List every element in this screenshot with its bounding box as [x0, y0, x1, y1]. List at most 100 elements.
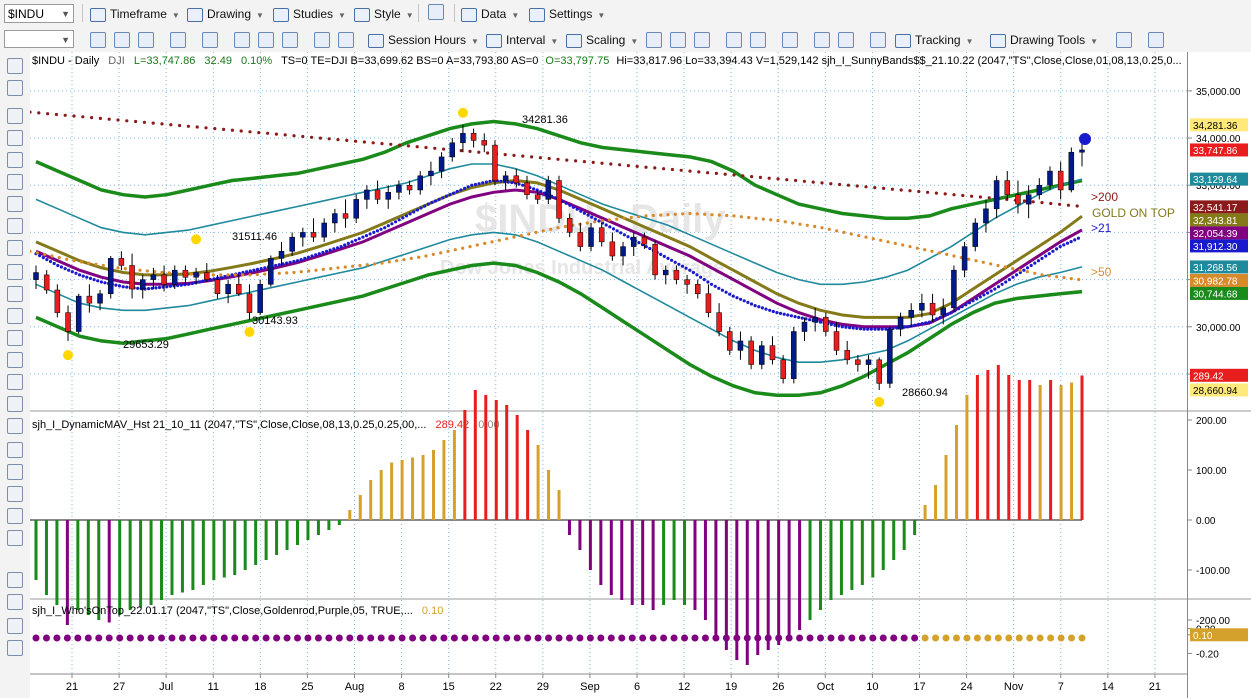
- ma200-dot: [90, 116, 94, 120]
- horizontal-line-icon[interactable]: [7, 174, 23, 190]
- bars-icon[interactable]: [750, 32, 766, 48]
- chevron-down-icon: ▼: [597, 11, 606, 20]
- edit-icon[interactable]: [7, 618, 23, 634]
- blue-ma-dot: [423, 204, 427, 208]
- indicator-icon[interactable]: [258, 32, 274, 48]
- blue-ma-dot: [913, 323, 917, 327]
- candle-body: [342, 213, 349, 219]
- ellipse-icon[interactable]: [7, 486, 23, 502]
- whos-on-top-dot: [53, 634, 61, 642]
- chevron-down-icon[interactable]: ▼: [61, 5, 70, 24]
- blue-ma-dot: [74, 271, 78, 275]
- channel-icon[interactable]: [7, 196, 23, 212]
- fibonacci-icon[interactable]: [7, 240, 23, 256]
- candle-body: [855, 359, 861, 365]
- symbol-input[interactable]: $INDU ▼: [4, 4, 74, 23]
- candle-body: [780, 359, 786, 379]
- blue-ma-dot: [608, 225, 612, 229]
- date-label: Oct: [817, 681, 834, 693]
- date-label: 7: [1058, 681, 1064, 693]
- ma200-dot: [380, 142, 384, 146]
- hollow-candle-icon[interactable]: [694, 32, 710, 48]
- tracking-button[interactable]: Tracking ▼: [895, 30, 974, 50]
- whos-on-top-dot: [137, 634, 145, 642]
- blue-ma-dot: [230, 273, 234, 277]
- arrow-down-icon[interactable]: [7, 464, 23, 480]
- link-icon[interactable]: [114, 32, 130, 48]
- ma50-dot: [585, 221, 589, 225]
- properties-icon[interactable]: [314, 32, 330, 48]
- pitchfork-icon[interactable]: [7, 218, 23, 234]
- blue-ma-dot: [459, 188, 463, 192]
- zoom-out-icon[interactable]: [838, 32, 854, 48]
- ray-icon[interactable]: [7, 130, 23, 146]
- ma200-dot: [257, 131, 261, 135]
- cycle-icon[interactable]: [7, 352, 23, 368]
- crosshair-icon[interactable]: [7, 80, 23, 96]
- format-icon[interactable]: [338, 32, 354, 48]
- window-icon[interactable]: [782, 32, 798, 48]
- settings-button[interactable]: Settings ▼: [529, 4, 605, 24]
- gann-icon[interactable]: [7, 264, 23, 280]
- bar-chart-icon[interactable]: [646, 32, 662, 48]
- session-hours-button[interactable]: Session Hours ▼: [368, 30, 479, 50]
- interval-button[interactable]: Interval ▼: [486, 30, 558, 50]
- volume-icon[interactable]: [726, 32, 742, 48]
- zoom-icon[interactable]: [170, 32, 186, 48]
- top-panel-tick-label: -0.20: [1196, 649, 1219, 660]
- blue-ma-dot: [99, 280, 103, 284]
- studies-button[interactable]: Studies ▼: [273, 4, 346, 24]
- whos-on-top-dot: [932, 634, 940, 642]
- arc-icon[interactable]: [7, 418, 23, 434]
- candle-body: [673, 269, 680, 280]
- whos-on-top-title-line: sjh_I_Who'sOnTop_22.01.17 (2047,"TS",Clo…: [32, 605, 443, 617]
- crosshair-icon[interactable]: [90, 32, 106, 48]
- lock-icon[interactable]: [7, 640, 23, 656]
- trend-icon[interactable]: [1116, 32, 1132, 48]
- ma50-dot: [952, 254, 956, 258]
- drawing-tools-button[interactable]: Drawing Tools ▼: [990, 30, 1098, 50]
- pointer-icon[interactable]: [7, 58, 23, 74]
- blue-ma-dot: [713, 284, 717, 288]
- whos-on-top-dot: [524, 634, 532, 642]
- timeframe-button[interactable]: Timeframe ▼: [90, 4, 180, 24]
- text-icon[interactable]: [7, 530, 23, 546]
- scaling-button[interactable]: Scaling ▼: [566, 30, 638, 50]
- line-icon[interactable]: [282, 32, 298, 48]
- chart-type-icon[interactable]: [234, 32, 250, 48]
- eraser-icon[interactable]: [7, 572, 23, 588]
- vertical-line-icon[interactable]: [7, 152, 23, 168]
- layout-icon[interactable]: [428, 4, 444, 20]
- andrews-icon[interactable]: [7, 396, 23, 412]
- ma200-dot: [574, 159, 578, 163]
- style-select[interactable]: ▼: [4, 30, 74, 48]
- measure-icon[interactable]: [7, 594, 23, 610]
- zoom-in-icon[interactable]: [814, 32, 830, 48]
- refresh-icon[interactable]: [202, 32, 218, 48]
- analysis-icon[interactable]: [1148, 32, 1164, 48]
- trendline-icon[interactable]: [7, 108, 23, 124]
- drawing-button[interactable]: Drawing ▼: [187, 4, 264, 24]
- arrow-up-icon[interactable]: [7, 442, 23, 458]
- price-axis[interactable]: 35,000.0034,000.0033,000.0032,000.0031,0…: [1187, 52, 1251, 698]
- rectangle-icon[interactable]: [7, 508, 23, 524]
- data-button[interactable]: Data ▼: [461, 4, 519, 24]
- histogram-tick-label: 200.00: [1196, 416, 1227, 427]
- data-window-icon[interactable]: [870, 32, 886, 48]
- chevron-down-icon[interactable]: ▼: [61, 31, 70, 50]
- candlestick-icon[interactable]: [670, 32, 686, 48]
- blue-ma-dot: [48, 259, 53, 264]
- candle-body: [161, 274, 167, 285]
- fib-extension-icon[interactable]: [7, 286, 23, 302]
- speed-lines-icon[interactable]: [7, 374, 23, 390]
- style-button[interactable]: Style ▼: [354, 4, 414, 24]
- blue-ma-dot: [157, 285, 162, 290]
- ma200-dot: [116, 118, 120, 122]
- ma50-dot: [607, 218, 611, 222]
- grid-icon[interactable]: [138, 32, 154, 48]
- regression-icon[interactable]: [7, 330, 23, 346]
- price-chart[interactable]: $INDU Daily Dow Jones Industrial Average…: [30, 52, 1187, 698]
- whos-on-top-dot: [890, 634, 898, 642]
- fib-fan-icon[interactable]: [7, 308, 23, 324]
- ma50-dot: [343, 265, 347, 269]
